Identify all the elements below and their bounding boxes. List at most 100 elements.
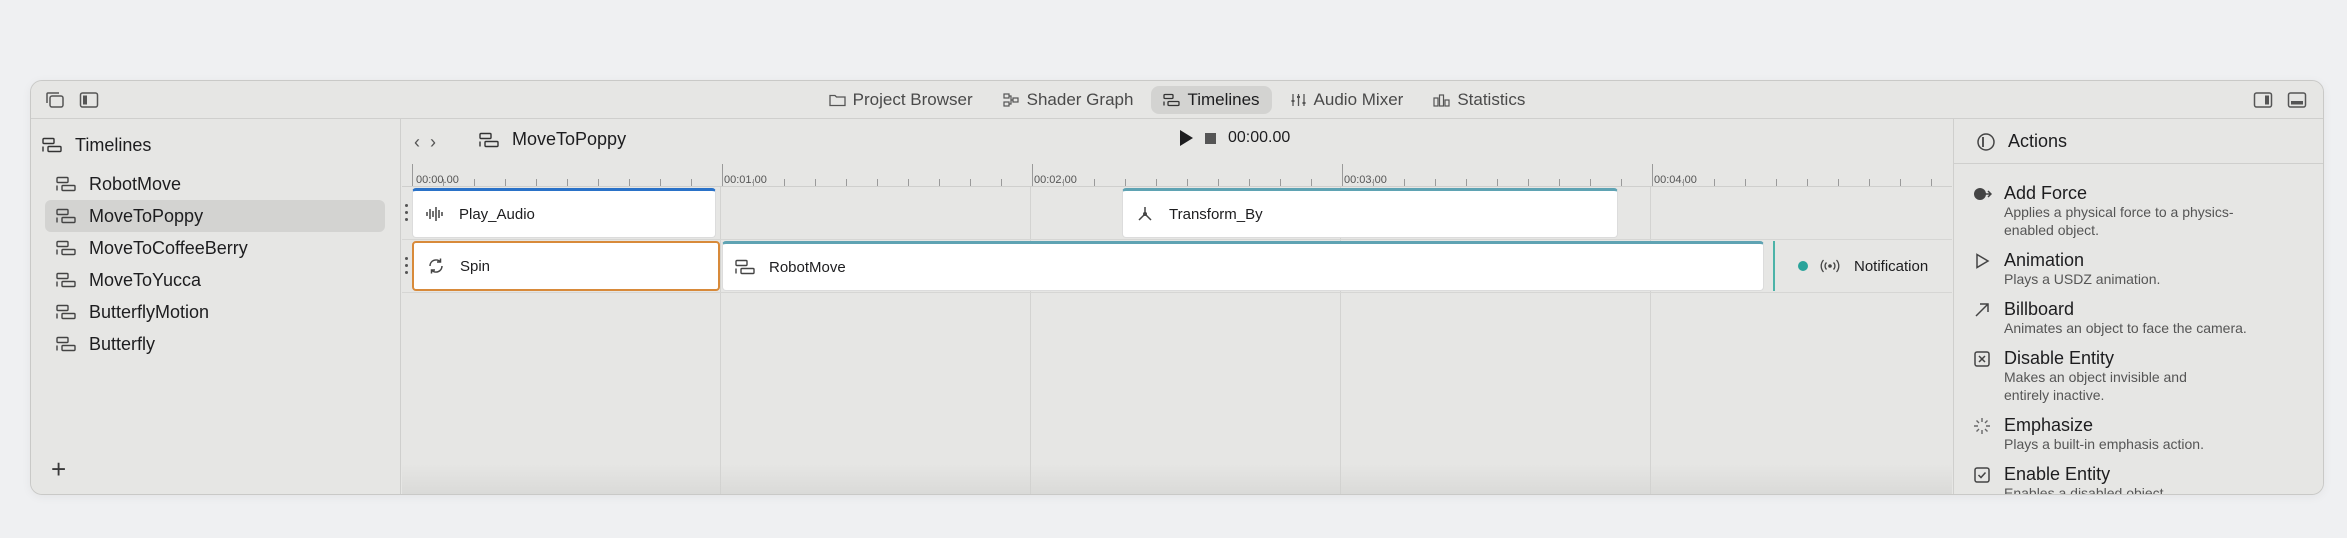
- x-square-icon: [1974, 351, 1990, 367]
- ruler-tick: [1063, 179, 1064, 186]
- sidebar-item-label: MoveToYucca: [89, 269, 202, 290]
- waveform-icon: [426, 207, 443, 221]
- action-desc: Plays a USDZ animation.: [2004, 271, 2161, 287]
- action-emphasize[interactable]: Emphasize Plays a built-in emphasis acti…: [1972, 415, 2312, 453]
- tab-audio-mixer[interactable]: Audio Mixer: [1278, 86, 1416, 114]
- inspector-header: Actions: [1974, 131, 2067, 152]
- timeline-icon: [56, 208, 76, 224]
- tab-shader-graph[interactable]: Shader Graph: [991, 86, 1146, 114]
- sidebar-item-label: MoveToPoppy: [89, 205, 204, 226]
- arrow-up-right-icon: [1975, 303, 1989, 317]
- action-billboard[interactable]: Billboard Animates an object to face the…: [1972, 299, 2312, 337]
- ruler-tick: [1218, 179, 1219, 186]
- ruler-tick: [567, 179, 568, 186]
- stats-icon: [1433, 94, 1450, 107]
- ruler-tick: [1683, 179, 1684, 186]
- ruler-tick: [536, 179, 537, 186]
- tab-project-browser[interactable]: Project Browser: [817, 86, 985, 114]
- ruler-tick: [1559, 179, 1560, 186]
- graph-icon: [1003, 93, 1019, 107]
- app-window: Project Browser Shader Graph Timelines A…: [30, 80, 2324, 495]
- timeline-title: MoveToPoppy: [478, 129, 626, 150]
- drag-handle[interactable]: [405, 257, 409, 277]
- timeline-icon: [56, 304, 76, 320]
- ruler-tick: [1032, 164, 1033, 186]
- sidebar-item-movetopoppy[interactable]: MoveToPoppy: [45, 200, 385, 232]
- action-title: Emphasize: [2004, 415, 2094, 435]
- action-desc: Plays a built-in emphasis action.: [2004, 436, 2204, 452]
- actions-icon: [1977, 132, 1995, 151]
- notification-dot[interactable]: [1798, 261, 1808, 271]
- ruler-tick: [1497, 179, 1498, 186]
- ruler-label: 00:02.00: [1034, 174, 1077, 186]
- time-ruler[interactable]: 00:00.00 00:01.00 00:02.00 00:03.00 00:0…: [402, 163, 1952, 187]
- clip-label: Transform_By: [1169, 205, 1263, 223]
- back-arrow-icon[interactable]: ‹: [414, 132, 420, 153]
- stop-icon[interactable]: [1205, 132, 1216, 144]
- check-square-icon: [1974, 467, 1990, 483]
- sidebar-item-butterflymotion[interactable]: ButterflyMotion: [45, 296, 385, 328]
- ruler-tick: [1869, 179, 1870, 186]
- ruler-tick: [1311, 179, 1312, 186]
- action-add-force[interactable]: Add Force Applies a physical force to a …: [1972, 183, 2312, 239]
- ruler-label: 00:03.00: [1344, 174, 1387, 186]
- sidebar-item-label: RobotMove: [89, 173, 182, 194]
- inspector-toggle-icon[interactable]: [2253, 91, 2273, 109]
- sidebar-item-movetocoffeeberry[interactable]: MoveToCoffeeBerry: [45, 232, 385, 264]
- clip-play-audio[interactable]: Play_Audio: [412, 188, 716, 238]
- timeline-icon: [56, 240, 76, 256]
- action-title: Enable Entity: [2004, 464, 2111, 484]
- ruler-tick: [474, 179, 475, 186]
- timeline-icon: [479, 132, 499, 147]
- timeline-list: RobotMove MoveToPoppy MoveToCoffeeBerry …: [45, 168, 385, 360]
- forward-arrow-icon[interactable]: ›: [430, 132, 436, 153]
- action-title: Billboard: [2004, 299, 2075, 319]
- bottom-panel-toggle-icon[interactable]: [2287, 91, 2307, 109]
- rotate-icon: [429, 258, 443, 274]
- action-title: Disable Entity: [2004, 348, 2115, 368]
- add-timeline-button[interactable]: +: [51, 456, 66, 482]
- ruler-tick: [1280, 179, 1281, 186]
- sidebar-item-butterfly[interactable]: Butterfly: [45, 328, 385, 360]
- ruler-tick: [1807, 179, 1808, 186]
- mixer-icon: [1291, 94, 1306, 106]
- tab-label: Audio Mixer: [1313, 90, 1404, 109]
- inspector-title: Actions: [2008, 131, 2068, 151]
- ruler-tick: [1838, 179, 1839, 186]
- play-icon[interactable]: [1180, 130, 1193, 146]
- clip-transform-by[interactable]: Transform_By: [1122, 188, 1618, 238]
- notification-marker[interactable]: [1773, 241, 1775, 291]
- sidebar-title: Timelines: [75, 134, 152, 155]
- ruler-tick: [598, 179, 599, 186]
- actions-inspector: Actions Add Force Applies a physical for…: [1953, 119, 2323, 494]
- action-disable-entity[interactable]: Disable Entity Makes an object invisible…: [1972, 348, 2312, 404]
- timeline-icon: [56, 176, 76, 192]
- sidebar-item-robotmove[interactable]: RobotMove: [45, 168, 385, 200]
- tab-timelines[interactable]: Timelines: [1151, 86, 1272, 114]
- drag-handle[interactable]: [405, 204, 409, 224]
- sidebar: Timelines RobotMove MoveToPoppy MoveToCo…: [31, 119, 401, 494]
- divider: [1954, 163, 2323, 164]
- action-enable-entity[interactable]: Enable Entity Enables a disabled object.: [1972, 464, 2312, 494]
- ruler-tick: [443, 179, 444, 186]
- transport-controls: 00:00.00: [1180, 129, 1290, 147]
- ruler-label: 00:01.00: [724, 174, 767, 186]
- ruler-tick: [908, 179, 909, 186]
- ruler-tick: [1931, 179, 1932, 186]
- timeline-name: MoveToPoppy: [512, 129, 627, 149]
- toolbar: Project Browser Shader Graph Timelines A…: [31, 81, 2323, 119]
- clip-robotmove[interactable]: RobotMove: [722, 241, 1764, 291]
- sidebar-item-movetoyucca[interactable]: MoveToYucca: [45, 264, 385, 296]
- ruler-tick: [1125, 179, 1126, 186]
- action-animation[interactable]: Animation Plays a USDZ animation.: [1972, 250, 2312, 288]
- ruler-tick: [846, 179, 847, 186]
- ruler-tick: [505, 179, 506, 186]
- clip-label: Spin: [460, 257, 491, 275]
- ruler-tick: [1342, 164, 1343, 186]
- tab-label: Timelines: [1187, 90, 1260, 109]
- tab-statistics[interactable]: Statistics: [1421, 86, 1537, 114]
- clip-spin[interactable]: Spin: [412, 241, 720, 291]
- ruler-tick: [1001, 179, 1002, 186]
- ruler-tick: [753, 179, 754, 186]
- notification-event[interactable]: Notification: [1820, 241, 1928, 291]
